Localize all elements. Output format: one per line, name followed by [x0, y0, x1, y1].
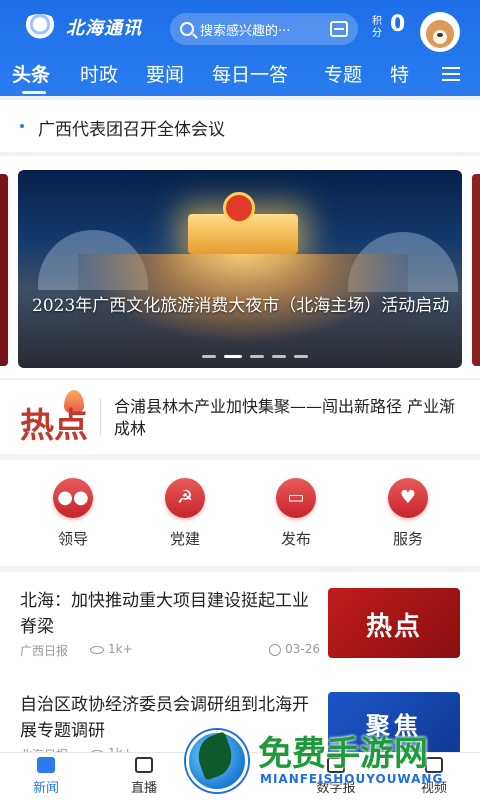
tab-topics[interactable]: 专题: [324, 60, 362, 87]
news-title: 北海：加快推动重大项目建设挺起工业脊梁: [20, 591, 309, 637]
service-label: 服务: [392, 530, 423, 548]
tab-daily-answer[interactable]: 每日一答: [212, 60, 288, 87]
tab-headlines[interactable]: 头条: [12, 60, 50, 87]
carousel-dot[interactable]: [272, 355, 286, 358]
banner-caption: 2023年广西文化旅游消费大夜市（北海主场）活动启动: [32, 296, 450, 316]
carousel-dots: [202, 355, 308, 358]
logo-text: 北海通讯: [66, 18, 142, 39]
watermark-text: 免费手游网: [258, 734, 428, 774]
party-emblem-icon: ☭: [165, 478, 205, 518]
search-bar[interactable]: 搜索感兴趣的···: [170, 13, 358, 45]
nav-live[interactable]: 直播: [114, 757, 174, 796]
service-release[interactable]: ▭ 发布: [266, 478, 326, 549]
banner-carousel[interactable]: 2023年广西文化旅游消费大夜市（北海主场）活动启动: [0, 156, 480, 378]
tab-news[interactable]: 要闻: [146, 60, 184, 87]
news-time: 03-26: [269, 642, 320, 656]
tab-special[interactable]: 特: [390, 60, 424, 87]
nav-label: 直播: [130, 781, 157, 796]
service-grid: ●● 领导 ☭ 党建 ▭ 发布 ♥ 服务: [0, 460, 480, 566]
points-label: 积分: [372, 16, 382, 39]
app-logo[interactable]: 北海通讯: [20, 14, 142, 40]
service-party[interactable]: ☭ 党建: [155, 478, 215, 549]
logo-icon: [20, 14, 60, 40]
menu-icon[interactable]: [442, 67, 460, 81]
next-slide-peek: [472, 174, 480, 366]
hot-news-text: 合浦县林木产业加快集聚——闯出新路径 产业渐成林: [114, 397, 456, 438]
eye-icon: [90, 645, 104, 654]
news-views: 1k+: [90, 642, 133, 656]
news-item[interactable]: 北海：加快推动重大项目建设挺起工业脊梁 广西日报 1k+ 03-26 热点: [0, 572, 480, 682]
carousel-dot[interactable]: [202, 355, 216, 358]
news-icon: [37, 757, 55, 773]
podium-icon: ▭: [276, 478, 316, 518]
news-thumbnail[interactable]: 热点: [328, 588, 460, 658]
hot-badge-text: 热点: [20, 406, 88, 446]
carousel-dot[interactable]: [250, 355, 264, 358]
headline-row[interactable]: 广西代表团召开全体会议: [0, 100, 480, 152]
thumbnail-text: 热点: [365, 612, 422, 642]
points-value[interactable]: 0: [390, 12, 405, 37]
service-label: 党建: [169, 530, 200, 548]
tab-politics[interactable]: 时政: [80, 60, 118, 87]
divider: [100, 398, 101, 436]
service-label: 领导: [57, 530, 88, 548]
tv-icon: [135, 757, 153, 773]
service-label: 发布: [280, 530, 311, 548]
hot-news-strip[interactable]: 热点 合浦县林木产业加快集聚——闯出新路径 产业渐成林: [0, 380, 480, 454]
carousel-dot[interactable]: [294, 355, 308, 358]
channel-tabs: 头条 时政 要闻 每日一答 专题 特: [0, 60, 480, 96]
search-input[interactable]: 搜索感兴趣的···: [200, 20, 330, 39]
heart-hand-icon: ♥: [388, 478, 428, 518]
hot-badge: 热点: [20, 390, 92, 446]
prev-slide-peek: [0, 174, 8, 366]
watermark: 免费手游网 MIANFEISHOUYOUWANG: [180, 720, 480, 800]
scan-icon[interactable]: [330, 21, 348, 37]
banner-slide[interactable]: 2023年广西文化旅游消费大夜市（北海主场）活动启动: [18, 170, 462, 368]
search-icon: [180, 22, 194, 36]
carousel-dot-active[interactable]: [224, 355, 242, 358]
avatar[interactable]: [420, 12, 460, 52]
service-leaders[interactable]: ●● 领导: [43, 478, 103, 549]
service-service[interactable]: ♥ 服务: [378, 478, 438, 549]
dog-avatar-icon: [426, 20, 454, 48]
slide-image-part: [223, 192, 255, 224]
watermark-subtext: MIANFEISHOUYOUWANG: [260, 772, 444, 786]
app-header: 北海通讯 搜索感兴趣的··· 积分 0 头条 时政 要闻 每日一答 专题 特: [0, 0, 480, 96]
nav-news[interactable]: 新闻: [16, 757, 76, 796]
nav-label: 新闻: [32, 781, 59, 796]
people-icon: ●●: [53, 478, 93, 518]
news-views-count: 1k+: [108, 642, 133, 656]
headline-text: 广西代表团召开全体会议: [38, 120, 225, 140]
news-time-text: 03-26: [285, 642, 320, 656]
bullet-icon: [20, 124, 24, 128]
news-source: 广西日报: [20, 644, 69, 658]
clock-icon: [269, 643, 282, 656]
active-tab-indicator: [22, 91, 46, 94]
